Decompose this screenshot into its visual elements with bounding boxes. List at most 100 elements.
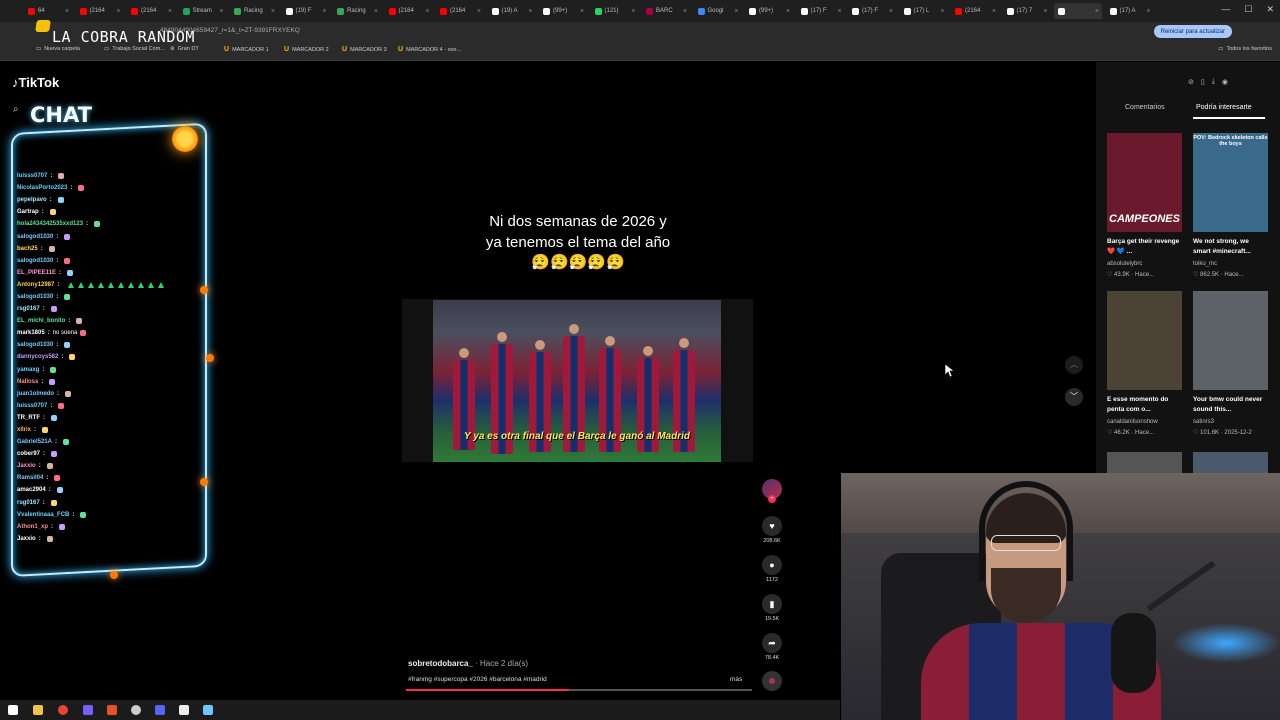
next-video-button[interactable]: ﹀: [1065, 388, 1083, 406]
discord-icon[interactable]: [155, 705, 165, 715]
thumbnail-author[interactable]: satinrs3: [1193, 419, 1268, 425]
music-disc-icon[interactable]: [762, 671, 782, 691]
chat-username[interactable]: rsg0167: [17, 500, 40, 506]
search-icon[interactable]: ⌕: [13, 104, 19, 115]
browser-tab[interactable]: (17) 7 ×: [1003, 3, 1051, 19]
chat-username[interactable]: Jaxxio: [17, 536, 36, 542]
chat-username[interactable]: Nalloss: [17, 379, 38, 385]
browser-tab[interactable]: Racing ×: [230, 3, 278, 19]
chat-username[interactable]: bach25: [17, 246, 38, 252]
browser-tab[interactable]: (19) A ×: [488, 3, 536, 19]
browser-tab[interactable]: (17) L ×: [900, 3, 948, 19]
browser-tab[interactable]: (2164 ×: [385, 3, 433, 19]
tab-close-icon[interactable]: ×: [734, 8, 738, 15]
chat-username[interactable]: salogod1030: [17, 258, 53, 264]
tab-close-icon[interactable]: ×: [1146, 8, 1150, 15]
chat-username[interactable]: salogod1030: [17, 342, 53, 348]
browser-tab[interactable]: (17) F ×: [848, 3, 896, 19]
browser-tab[interactable]: (17) A ×: [1106, 3, 1154, 19]
thumbnail-author[interactable]: absolutelybrc: [1107, 261, 1182, 267]
thumbnail-author[interactable]: canaldanilsonshow: [1107, 419, 1182, 425]
chat-username[interactable]: Jaxxio: [17, 463, 36, 469]
chat-username[interactable]: TR_RTF: [17, 415, 40, 421]
chat-username[interactable]: xllrix: [17, 427, 31, 433]
tab-interest[interactable]: Podría interesarte: [1196, 104, 1252, 111]
chat-username[interactable]: salogod1030: [17, 294, 53, 300]
tab-close-icon[interactable]: ×: [425, 8, 429, 15]
app-icon[interactable]: [107, 705, 117, 715]
browser-tab[interactable]: (2164 ×: [127, 3, 175, 19]
browser-tab[interactable]: BARC ×: [642, 3, 690, 19]
browser-tab[interactable]: ×: [1054, 3, 1102, 19]
video-thumbnail[interactable]: [1107, 452, 1182, 474]
tab-close-icon[interactable]: ×: [992, 8, 996, 15]
chat-username[interactable]: Athon1_xp: [17, 524, 48, 530]
like-button[interactable]: ♥ 208.6K: [762, 516, 782, 544]
chat-username[interactable]: cober97: [17, 451, 40, 457]
chat-username[interactable]: dannycoys562: [17, 354, 58, 360]
tab-close-icon[interactable]: ×: [477, 8, 481, 15]
thumbnail-title[interactable]: E esse momento do penta com o...: [1107, 395, 1182, 415]
browser-tab[interactable]: Racing ×: [333, 3, 381, 19]
thumbnail-author[interactable]: toiku_mc: [1193, 261, 1268, 267]
chat-username[interactable]: pepelpavo: [17, 197, 47, 203]
chat-username[interactable]: rsg0167: [17, 306, 40, 312]
file-explorer-icon[interactable]: [33, 705, 43, 715]
browser-tab[interactable]: 64 ×: [24, 3, 72, 19]
chat-username[interactable]: juan1olmedo: [17, 391, 54, 397]
bookmark-item[interactable]: ⊛ Gran DT: [170, 46, 199, 52]
chat-username[interactable]: amac2904: [17, 487, 46, 493]
tab-close-icon[interactable]: ×: [786, 8, 790, 15]
tab-close-icon[interactable]: ×: [837, 8, 841, 15]
tab-close-icon[interactable]: ×: [116, 8, 120, 15]
all-bookmarks[interactable]: ▭ Todos los favoritos: [1218, 46, 1272, 52]
comment-button[interactable]: ● 1172: [762, 555, 782, 583]
browser-tab[interactable]: Stream ×: [179, 3, 227, 19]
minimize-icon[interactable]: —: [1221, 4, 1230, 15]
thumbnail-title[interactable]: Your bmw could never sound this...: [1193, 395, 1268, 415]
browser-tab[interactable]: (99+) ×: [539, 3, 587, 19]
more-link[interactable]: más: [730, 676, 742, 683]
chat-username[interactable]: luisss0707: [17, 173, 47, 179]
tab-close-icon[interactable]: ×: [168, 8, 172, 15]
close-window-icon[interactable]: ✕: [1266, 4, 1274, 15]
download-icon[interactable]: ⤓: [1212, 78, 1215, 86]
tab-close-icon[interactable]: ×: [631, 8, 635, 15]
profile-icon[interactable]: ◉: [1222, 78, 1228, 86]
chat-username[interactable]: EL_michi_bonito: [17, 318, 65, 324]
compass-icon[interactable]: ⊘: [1188, 78, 1194, 86]
follow-icon[interactable]: +: [768, 495, 776, 503]
tab-close-icon[interactable]: ×: [374, 8, 378, 15]
save-button[interactable]: ▮ 19.5K: [762, 594, 782, 622]
chat-username[interactable]: EL_PIPEE11E: [17, 270, 56, 276]
tab-comments[interactable]: Comentarios: [1125, 104, 1165, 111]
obs-icon[interactable]: [131, 705, 141, 715]
video-hashtags[interactable]: #franmg #supercopa #2026 #barcelona #mad…: [408, 676, 547, 683]
bookmark-item[interactable]: U MARCADOR 2: [284, 46, 329, 53]
share-button[interactable]: ➦ 78.4K: [762, 633, 782, 661]
tab-close-icon[interactable]: ×: [271, 8, 275, 15]
video-thumbnail[interactable]: POV: Bedrock skeleton calls the boys: [1193, 133, 1268, 232]
chat-username[interactable]: Gabriel521A: [17, 439, 52, 445]
chat-username[interactable]: yamaxg: [17, 367, 39, 373]
chat-username[interactable]: Gartrap: [17, 209, 39, 215]
video-thumbnail[interactable]: [1193, 452, 1268, 474]
chat-username[interactable]: Ramsil04: [17, 475, 43, 481]
tab-close-icon[interactable]: ×: [322, 8, 326, 15]
tiktok-app-icon[interactable]: [179, 705, 189, 715]
browser-tab[interactable]: (19) F ×: [282, 3, 330, 19]
windows-start-icon[interactable]: [8, 705, 18, 715]
video-thumbnail[interactable]: CAMPEONES: [1107, 133, 1182, 232]
tab-close-icon[interactable]: ×: [580, 8, 584, 15]
tab-close-icon[interactable]: ×: [683, 8, 687, 15]
app-icon[interactable]: [203, 705, 213, 715]
browser-tab[interactable]: (2164 ×: [436, 3, 484, 19]
chat-username[interactable]: mark1805: [17, 330, 45, 336]
tab-close-icon[interactable]: ×: [219, 8, 223, 15]
bookmark-item[interactable]: U MARCADOR 1: [224, 46, 269, 53]
chat-username[interactable]: Antony12987: [17, 282, 54, 288]
tab-close-icon[interactable]: ×: [940, 8, 944, 15]
video-thumbnail[interactable]: [1193, 291, 1268, 390]
bookmark-item[interactable]: U MARCADOR 3: [342, 46, 387, 53]
chat-username[interactable]: salogod1030: [17, 234, 53, 240]
